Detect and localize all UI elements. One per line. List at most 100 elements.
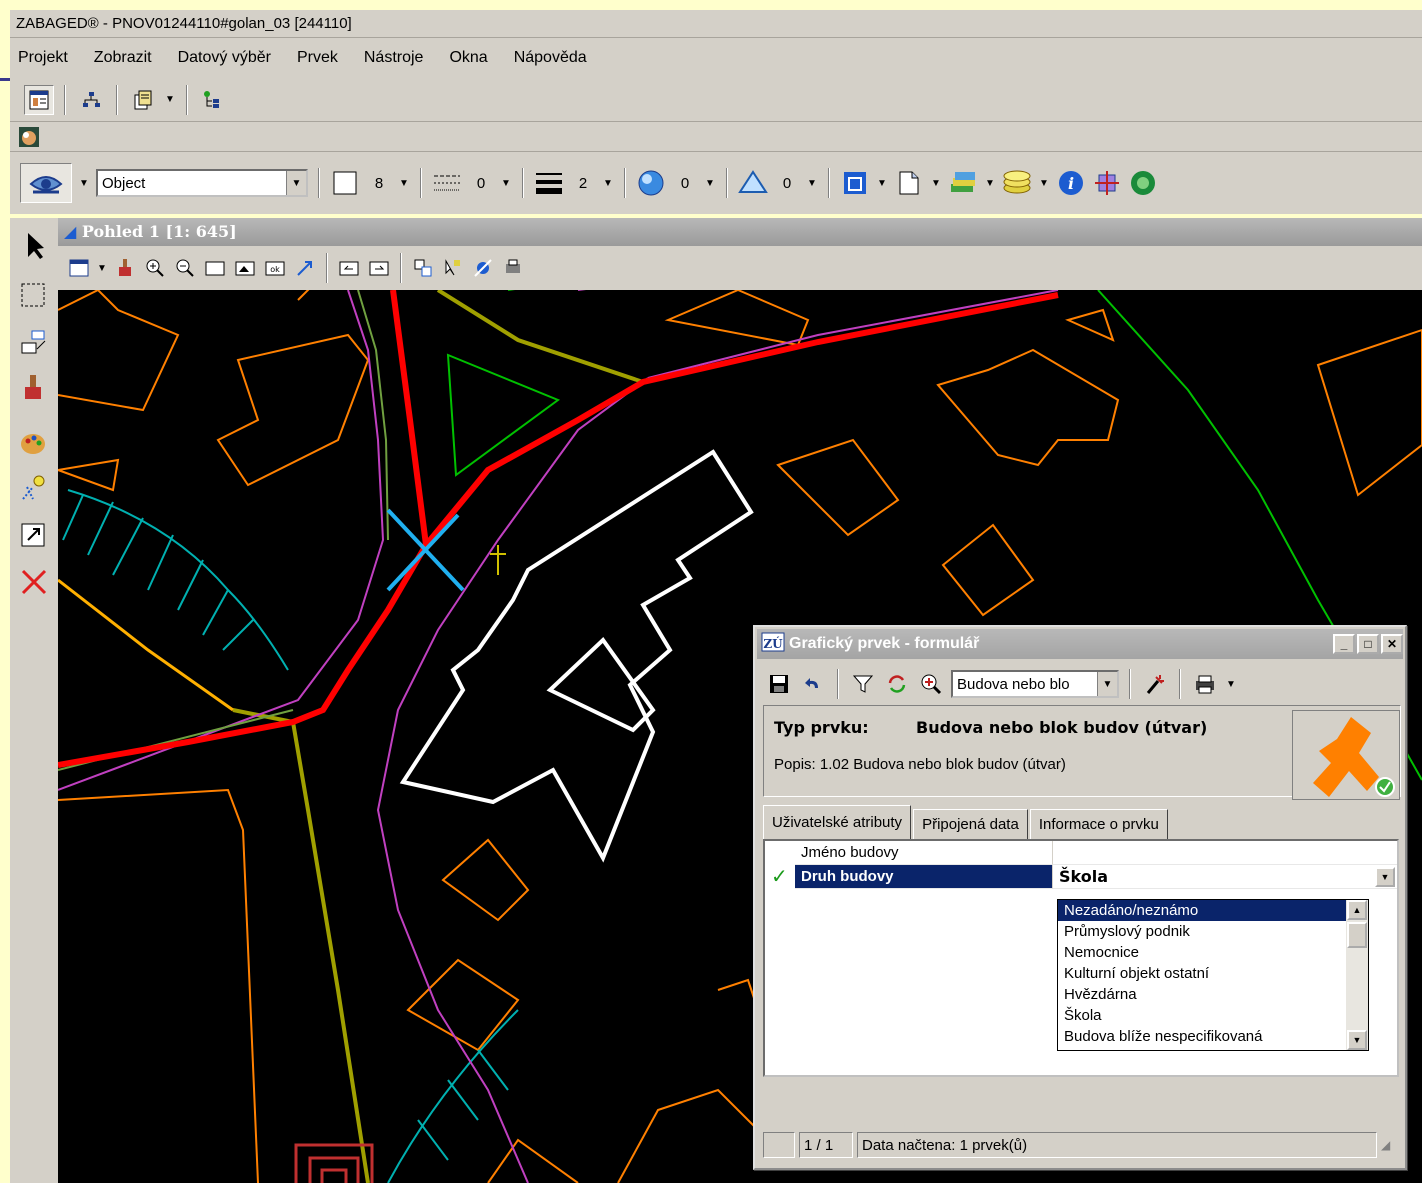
copy-view-icon[interactable]	[410, 255, 436, 281]
paint-bucket-icon[interactable]	[112, 255, 138, 281]
layer-stack-icon[interactable]	[948, 168, 978, 198]
feature-tree-icon[interactable]	[198, 85, 228, 115]
refresh-icon[interactable]	[883, 670, 911, 698]
dropdown-option[interactable]: Kulturní objekt ostatní	[1058, 963, 1346, 984]
attribute-row[interactable]: Jméno budovy	[765, 841, 1397, 865]
crosshair-select-icon[interactable]	[1092, 168, 1122, 198]
tree-structure-icon[interactable]	[76, 85, 106, 115]
dropdown-option[interactable]: Nemocnice	[1058, 942, 1346, 963]
undo-icon[interactable]	[799, 670, 827, 698]
window-area-icon[interactable]	[202, 255, 228, 281]
fit-view-icon[interactable]	[232, 255, 258, 281]
pan-arrow-icon[interactable]	[292, 255, 318, 281]
dropdown-scrollbar[interactable]: ▲ ▼	[1346, 900, 1368, 1050]
chevron-down-icon[interactable]: ▼	[78, 178, 90, 189]
chevron-down-icon[interactable]: ▼	[164, 94, 176, 105]
split-bulb-icon[interactable]	[14, 470, 54, 506]
dialog-title-bar[interactable]: ZÚ Grafický prvek - formulář _ □ ✕	[757, 629, 1403, 659]
filter-icon[interactable]	[849, 670, 877, 698]
dropdown-option[interactable]: Škola	[1058, 1005, 1346, 1026]
object-combo[interactable]: Object ▼	[96, 169, 308, 197]
chevron-down-icon[interactable]: ▼	[398, 178, 410, 189]
measure-icon[interactable]	[470, 255, 496, 281]
menu-nastroje[interactable]: Nástroje	[364, 49, 424, 67]
line-style-value: 0	[476, 174, 486, 192]
chevron-down-icon[interactable]: ▼	[876, 178, 888, 189]
select-arrow-icon[interactable]	[14, 228, 54, 264]
menu-napoveda[interactable]: Nápověda	[514, 49, 587, 67]
next-view-icon[interactable]	[366, 255, 392, 281]
attribute-row-selected[interactable]: ✓ Druh budovy Škola ▼	[765, 865, 1397, 889]
status-text: Data načtena: 1 prvek(ů)	[857, 1132, 1377, 1158]
line-weight-icon[interactable]	[534, 168, 564, 198]
menu-datovy-vyber[interactable]: Datový výběr	[178, 49, 271, 67]
previous-view-icon[interactable]	[336, 255, 362, 281]
printer-icon[interactable]	[1191, 670, 1219, 698]
zoom-extent-icon[interactable]: ok	[262, 255, 288, 281]
globe-person-icon[interactable]	[16, 124, 42, 150]
line-style-icon[interactable]	[432, 168, 462, 198]
building-type-dropdown-list[interactable]: Nezadáno/neznámo Průmyslový podnik Nemoc…	[1057, 899, 1369, 1051]
dropdown-option[interactable]: Hvězdárna	[1058, 984, 1346, 1005]
dropdown-option[interactable]: Budova blíže nespecifikovaná	[1058, 1026, 1346, 1047]
chevron-down-icon[interactable]: ▼	[984, 178, 996, 189]
menu-projekt[interactable]: Projekt	[18, 49, 68, 67]
dialog-title: Grafický prvek - formulář	[789, 635, 980, 652]
chevron-down-icon[interactable]: ▼	[1097, 672, 1117, 696]
info-icon[interactable]: i	[1056, 168, 1086, 198]
chevron-down-icon[interactable]: ▼	[1038, 178, 1050, 189]
chevron-down-icon[interactable]: ▼	[1225, 679, 1237, 690]
close-button[interactable]: ✕	[1381, 634, 1403, 654]
chevron-down-icon[interactable]: ▼	[1375, 867, 1395, 887]
view-window-icon[interactable]	[66, 255, 92, 281]
color-swatch-icon[interactable]	[330, 168, 360, 198]
chevron-down-icon[interactable]: ▼	[704, 178, 716, 189]
project-window-icon[interactable]	[24, 84, 54, 115]
zoom-in-icon[interactable]	[142, 255, 168, 281]
eye-view-icon[interactable]	[20, 163, 72, 203]
menu-prvek[interactable]: Prvek	[297, 49, 338, 67]
print-view-icon[interactable]	[500, 255, 526, 281]
layers-yellow-icon[interactable]	[1002, 168, 1032, 198]
scroll-thumb[interactable]	[1347, 922, 1367, 948]
maximize-button[interactable]: □	[1357, 634, 1379, 654]
pick-feature-icon[interactable]	[1141, 670, 1169, 698]
document-icon[interactable]	[894, 168, 924, 198]
priority-triangle-icon[interactable]	[738, 168, 768, 198]
cube-icon[interactable]	[840, 168, 870, 198]
palette-icon[interactable]	[14, 426, 54, 462]
menu-zobrazit[interactable]: Zobrazit	[94, 49, 152, 67]
chevron-down-icon[interactable]: ▼	[930, 178, 942, 189]
transparency-sphere-icon[interactable]	[636, 168, 666, 198]
chevron-down-icon[interactable]: ▼	[96, 263, 108, 274]
attribute-value[interactable]	[1053, 841, 1397, 865]
tab-attached-data[interactable]: Připojená data	[913, 809, 1028, 839]
minimize-button[interactable]: _	[1333, 634, 1355, 654]
layers-list-icon[interactable]	[128, 85, 158, 115]
green-globe-icon[interactable]	[1128, 168, 1158, 198]
resize-grip-icon[interactable]: ◢	[1381, 1138, 1390, 1152]
selection-tool-icon[interactable]	[440, 255, 466, 281]
scroll-up-icon[interactable]: ▲	[1347, 900, 1367, 920]
chevron-down-icon[interactable]: ▼	[500, 178, 512, 189]
chevron-down-icon[interactable]: ▼	[286, 171, 306, 195]
paint-brush-icon[interactable]	[14, 370, 54, 406]
move-icon[interactable]	[14, 326, 54, 362]
attribute-value[interactable]: Škola	[1053, 865, 1397, 889]
feature-type-combo[interactable]: Budova nebo blo ▼	[951, 670, 1119, 698]
scroll-down-icon[interactable]: ▼	[1347, 1030, 1367, 1050]
tab-user-attributes[interactable]: Uživatelské atributy	[763, 805, 912, 839]
dropdown-option[interactable]: Průmyslový podnik	[1058, 921, 1346, 942]
chevron-down-icon[interactable]: ▼	[602, 178, 614, 189]
save-icon[interactable]	[765, 670, 793, 698]
resize-icon[interactable]	[14, 518, 54, 554]
chevron-down-icon[interactable]: ▼	[806, 178, 818, 189]
menu-okna[interactable]: Okna	[449, 49, 487, 67]
zoom-out-icon[interactable]	[172, 255, 198, 281]
zoom-to-feature-icon[interactable]	[917, 670, 945, 698]
tab-feature-info[interactable]: Informace o prvku	[1029, 809, 1168, 839]
rectangle-select-icon[interactable]	[14, 278, 54, 314]
delete-x-icon[interactable]	[14, 564, 54, 600]
yellow-line	[58, 578, 234, 712]
dropdown-option[interactable]: Nezadáno/neznámo	[1058, 900, 1346, 921]
